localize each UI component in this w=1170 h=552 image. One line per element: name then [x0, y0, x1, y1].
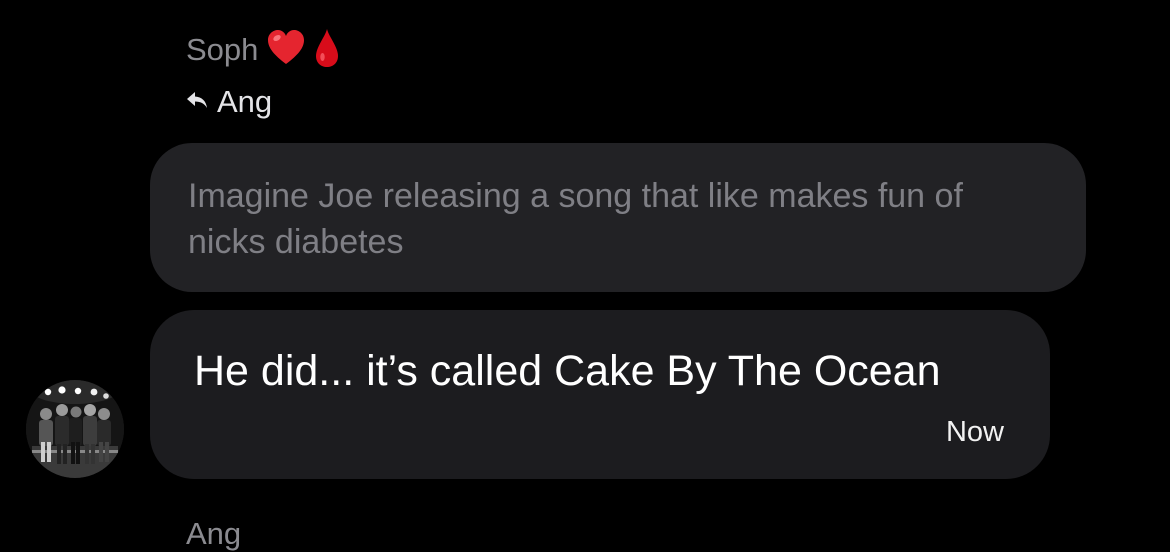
avatar[interactable] [26, 380, 124, 478]
quoted-message-text: Imagine Joe releasing a song that like m… [188, 177, 963, 261]
next-sender-name[interactable]: Ang [186, 516, 241, 552]
blood-drop-emoji-icon [314, 27, 340, 74]
message-bubble[interactable]: He did... it’s called Cake By The Ocean … [150, 310, 1050, 479]
reply-to-name: Ang [217, 84, 273, 119]
quoted-message-bubble[interactable]: Imagine Joe releasing a song that like m… [150, 143, 1086, 292]
message-timestamp: Now [945, 416, 1004, 448]
sender-header: Soph [186, 26, 340, 74]
message-text: He did... it’s called Cake By The Ocean [194, 347, 941, 395]
heart-emoji-icon [266, 29, 306, 72]
reply-context: Ang [186, 80, 272, 124]
reply-arrow-icon [186, 90, 208, 115]
sender-name[interactable]: Soph [186, 32, 258, 68]
